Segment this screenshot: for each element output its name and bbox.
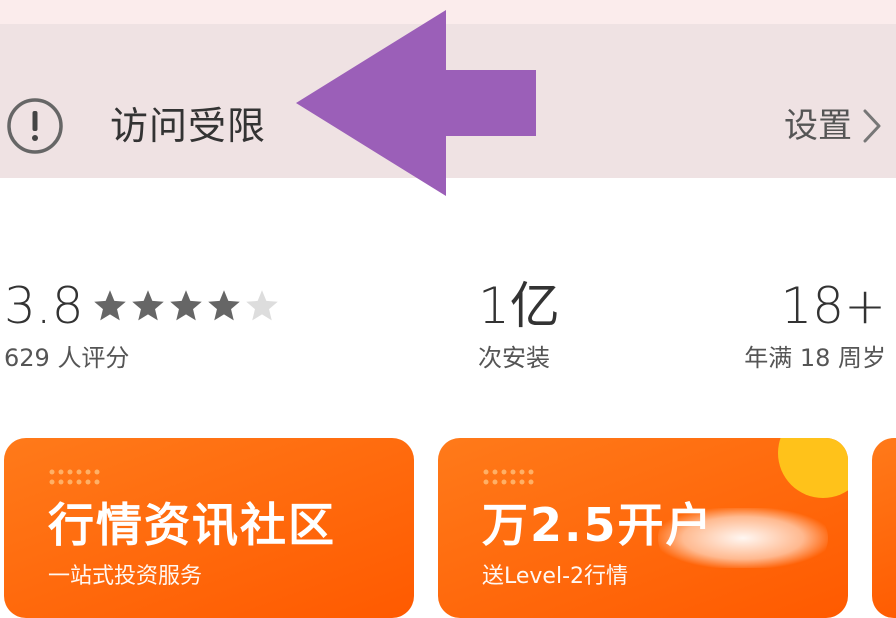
rating-value: 3.8 xyxy=(4,277,84,335)
star-filled-icon xyxy=(131,290,164,321)
star-filled-icon xyxy=(169,290,202,321)
installs-value: 1亿 xyxy=(478,277,560,335)
star-empty-icon xyxy=(245,290,278,321)
dots-decoration-icon xyxy=(49,469,100,485)
shine-decoration xyxy=(658,508,828,568)
installs-stat: 1亿 次安装 xyxy=(478,276,560,374)
banner-title: 访问受限 xyxy=(110,104,267,148)
chevron-right-icon xyxy=(863,109,881,143)
installs-caption: 次安装 xyxy=(478,344,550,372)
star-filled-icon xyxy=(207,290,240,321)
exclamation-circle-icon xyxy=(7,98,63,154)
promo-card-title: 行情资讯社区 xyxy=(48,498,336,552)
promo-card-2[interactable]: 万2.5开户 送Level-2行情 xyxy=(438,438,848,618)
promo-card-subtitle: 一站式投资服务 xyxy=(48,564,203,589)
annotation-arrow-icon xyxy=(296,10,536,196)
settings-label: 设置 xyxy=(784,106,852,146)
rating-stars xyxy=(92,288,282,324)
dots-decoration-icon xyxy=(483,469,534,485)
promo-card-subtitle: 送Level-2行情 xyxy=(482,564,629,589)
star-filled-icon xyxy=(93,290,126,321)
rating-caption: 629 人评分 xyxy=(4,344,130,372)
settings-link[interactable]: 设置 xyxy=(784,104,882,148)
promo-card-1[interactable]: 行情资讯社区 一站式投资服务 xyxy=(4,438,414,618)
age-rating-caption: 年满 18 周岁 xyxy=(744,344,886,372)
age-rating-stat: 18+ 年满 18 周岁 xyxy=(744,276,886,374)
sun-decoration xyxy=(778,438,848,498)
age-rating-value: 18+ xyxy=(780,277,886,335)
promo-card-3-partial[interactable] xyxy=(872,438,896,618)
rating-stat: 3.8 629 人评分 xyxy=(4,276,282,374)
